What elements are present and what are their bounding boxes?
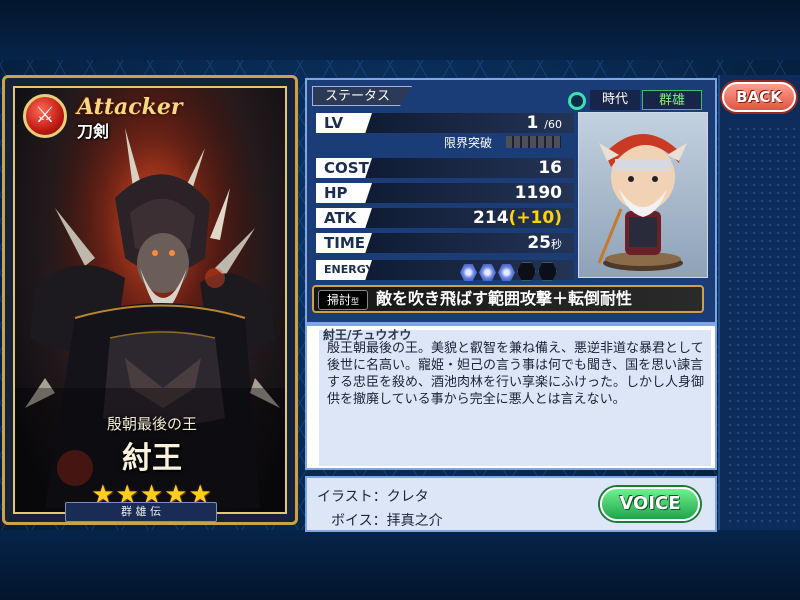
energy-gauge [460, 262, 559, 285]
energy-gem-empty [538, 262, 557, 281]
stat-label-atk: ATK [316, 208, 372, 228]
series-label: 群 雄 伝 [65, 502, 217, 522]
stat-row-cost: COST 16 [316, 158, 574, 178]
stat-value-hp: 1190 [514, 183, 562, 203]
stat-row-time: TIME 25秒 [316, 233, 574, 253]
character-art: ⚔ Attacker 刀剣 殷朝最後の王 紂王 ★★★★★ [13, 86, 287, 514]
stat-value-time: 25 [527, 233, 551, 253]
era-label: 時代 [590, 90, 640, 110]
stat-lv-max: /60 [544, 118, 562, 131]
stat-value-lv: 1 [526, 113, 539, 133]
chibi-figure [597, 134, 687, 271]
stat-time-unit: 秒 [551, 238, 562, 251]
skill-type-suffix: 型 [351, 297, 359, 306]
role-label: Attacker [77, 94, 183, 120]
era-value: 群雄 [642, 90, 702, 110]
chibi-portrait [578, 112, 708, 278]
back-button[interactable]: BACK [722, 82, 796, 112]
tab-status[interactable]: ステータス [312, 86, 412, 106]
bottom-bar [0, 530, 800, 600]
energy-gem-filled [479, 264, 496, 281]
stat-label-hp: HP [316, 183, 372, 203]
energy-gem-filled [460, 264, 477, 281]
era-icon [568, 92, 586, 110]
voice-button[interactable]: VOICE [600, 487, 700, 521]
stat-label-cost: COST [316, 158, 372, 178]
character-epithet: 殷朝最後の王 [106, 415, 197, 433]
energy-gem-empty [517, 262, 536, 281]
skill-name: 敵を吹き飛ばす範囲攻撃＋転倒耐性 [376, 289, 633, 308]
description-panel[interactable]: 紂王/チュウオウ 殷王朝最後の王。美貌と叡智を兼ね備え、悪逆非道な暴君として後世… [305, 324, 717, 470]
top-bar [0, 0, 800, 60]
weapon-type: 刀剣 [77, 122, 110, 141]
skill-bar: 掃討型 敵を吹き飛ばす範囲攻撃＋転倒耐性 [312, 285, 704, 313]
stat-value-cost: 16 [538, 158, 562, 178]
description-text: 殷王朝最後の王。美貌と叡智を兼ね備え、悪逆非道な暴君として後世に名高い。寵姫・妲… [327, 341, 705, 407]
skill-type: 掃討 [326, 293, 351, 307]
stat-row-lv: LV 1 /60 [316, 113, 574, 133]
character-name: 紂王 [122, 441, 182, 476]
illustrator-credit: イラスト：クレタ [317, 489, 429, 505]
limit-break-label: 限界突破 [444, 136, 493, 150]
limit-break-gauge [506, 136, 561, 148]
stat-atk-bonus: (+10) [508, 208, 562, 228]
right-side-panel [718, 75, 800, 530]
sword-icon: ⚔ [23, 94, 67, 138]
skill-type-badge: 掃討型 [318, 290, 368, 310]
stat-row-atk: ATK 214(+10) [316, 208, 574, 228]
character-card: ⚔ Attacker 刀剣 殷朝最後の王 紂王 ★★★★★ 群 雄 伝 [2, 75, 298, 525]
stat-label-lv: LV [316, 113, 372, 133]
stat-label-time: TIME [316, 233, 372, 253]
voice-actor-credit: ボイス：拝真之介 [331, 513, 443, 529]
energy-gem-filled [498, 264, 515, 281]
stat-value-atk: 214 [473, 208, 509, 228]
stat-label-energy: ENERGY [316, 260, 372, 280]
stat-row-hp: HP 1190 [316, 183, 574, 203]
